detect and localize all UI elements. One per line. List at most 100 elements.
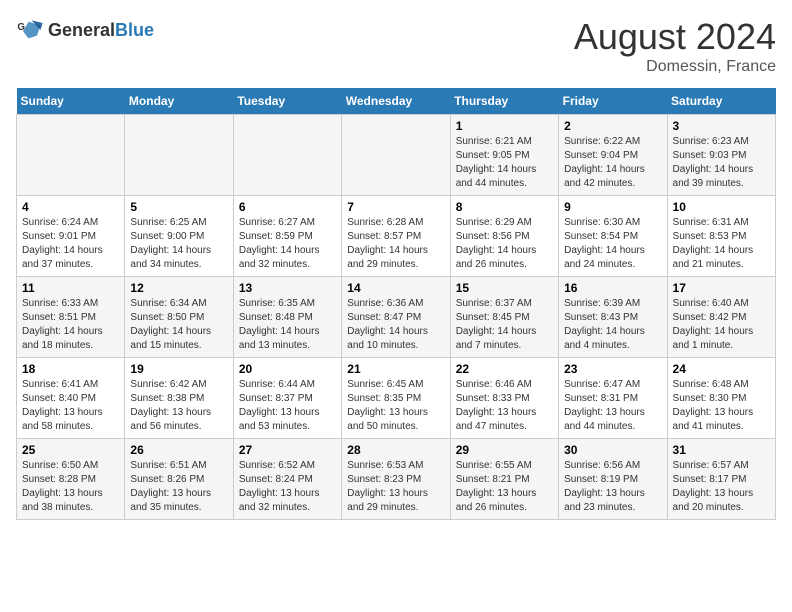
day-number: 2: [564, 119, 661, 133]
day-number: 11: [22, 281, 119, 295]
day-detail: Sunrise: 6:46 AM Sunset: 8:33 PM Dayligh…: [456, 378, 553, 434]
day-number: 21: [347, 362, 444, 376]
day-number: 15: [456, 281, 553, 295]
day-detail: Sunrise: 6:52 AM Sunset: 8:24 PM Dayligh…: [239, 459, 336, 515]
calendar-cell: 25 Sunrise: 6:50 AM Sunset: 8:28 PM Dayli…: [17, 439, 125, 520]
day-detail: Sunrise: 6:50 AM Sunset: 8:28 PM Dayligh…: [22, 459, 119, 515]
day-detail: Sunrise: 6:31 AM Sunset: 8:53 PM Dayligh…: [673, 216, 770, 272]
calendar-cell: 10 Sunrise: 6:31 AM Sunset: 8:53 PM Dayli…: [667, 196, 775, 277]
calendar-cell: 11 Sunrise: 6:33 AM Sunset: 8:51 PM Dayli…: [17, 277, 125, 358]
calendar-cell: 14 Sunrise: 6:36 AM Sunset: 8:47 PM Dayli…: [342, 277, 450, 358]
calendar-week-3: 11 Sunrise: 6:33 AM Sunset: 8:51 PM Dayli…: [17, 277, 776, 358]
day-detail: Sunrise: 6:39 AM Sunset: 8:43 PM Dayligh…: [564, 297, 661, 353]
day-number: 3: [673, 119, 770, 133]
day-header-thursday: Thursday: [450, 88, 558, 115]
day-header-friday: Friday: [559, 88, 667, 115]
calendar-cell: 5 Sunrise: 6:25 AM Sunset: 9:00 PM Daylig…: [125, 196, 233, 277]
day-header-saturday: Saturday: [667, 88, 775, 115]
day-header-wednesday: Wednesday: [342, 88, 450, 115]
calendar-cell: 23Sunrise: 6:47 AM Sunset: 8:31 PM Dayli…: [559, 358, 667, 439]
day-detail: Sunrise: 6:36 AM Sunset: 8:47 PM Dayligh…: [347, 297, 444, 353]
calendar-cell: 7 Sunrise: 6:28 AM Sunset: 8:57 PM Daylig…: [342, 196, 450, 277]
calendar-cell: 26Sunrise: 6:51 AM Sunset: 8:26 PM Dayli…: [125, 439, 233, 520]
calendar-cell: 13Sunrise: 6:35 AM Sunset: 8:48 PM Dayli…: [233, 277, 341, 358]
day-number: 28: [347, 443, 444, 457]
day-number: 18: [22, 362, 119, 376]
day-header-sunday: Sunday: [17, 88, 125, 115]
day-detail: Sunrise: 6:56 AM Sunset: 8:19 PM Dayligh…: [564, 459, 661, 515]
day-number: 24: [673, 362, 770, 376]
calendar-cell: 6Sunrise: 6:27 AM Sunset: 8:59 PM Daylig…: [233, 196, 341, 277]
calendar-cell: 28 Sunrise: 6:53 AM Sunset: 8:23 PM Dayli…: [342, 439, 450, 520]
calendar-week-1: 1 Sunrise: 6:21 AM Sunset: 9:05 PM Daylig…: [17, 115, 776, 196]
day-number: 22: [456, 362, 553, 376]
calendar-cell: 16 Sunrise: 6:39 AM Sunset: 8:43 PM Dayli…: [559, 277, 667, 358]
calendar-cell: 15 Sunrise: 6:37 AM Sunset: 8:45 PM Dayli…: [450, 277, 558, 358]
calendar-cell: 18 Sunrise: 6:41 AM Sunset: 8:40 PM Dayli…: [17, 358, 125, 439]
day-number: 8: [456, 200, 553, 214]
calendar-week-2: 4 Sunrise: 6:24 AM Sunset: 9:01 PM Daylig…: [17, 196, 776, 277]
calendar-cell: 1 Sunrise: 6:21 AM Sunset: 9:05 PM Daylig…: [450, 115, 558, 196]
day-number: 16: [564, 281, 661, 295]
calendar-cell: 29Sunrise: 6:55 AM Sunset: 8:21 PM Dayli…: [450, 439, 558, 520]
day-number: 27: [239, 443, 336, 457]
day-detail: Sunrise: 6:22 AM Sunset: 9:04 PM Dayligh…: [564, 135, 661, 191]
calendar-cell: 27 Sunrise: 6:52 AM Sunset: 8:24 PM Dayli…: [233, 439, 341, 520]
calendar-table: SundayMondayTuesdayWednesdayThursdayFrid…: [16, 88, 776, 520]
calendar-cell: [17, 115, 125, 196]
calendar-cell: 4 Sunrise: 6:24 AM Sunset: 9:01 PM Daylig…: [17, 196, 125, 277]
calendar-cell: 8 Sunrise: 6:29 AM Sunset: 8:56 PM Daylig…: [450, 196, 558, 277]
day-detail: Sunrise: 6:25 AM Sunset: 9:00 PM Dayligh…: [130, 216, 227, 272]
day-number: 17: [673, 281, 770, 295]
calendar-cell: 30Sunrise: 6:56 AM Sunset: 8:19 PM Dayli…: [559, 439, 667, 520]
day-number: 23: [564, 362, 661, 376]
calendar-cell: [125, 115, 233, 196]
calendar-header-row: SundayMondayTuesdayWednesdayThursdayFrid…: [17, 88, 776, 115]
day-detail: Sunrise: 6:21 AM Sunset: 9:05 PM Dayligh…: [456, 135, 553, 191]
calendar-cell: 21Sunrise: 6:45 AM Sunset: 8:35 PM Dayli…: [342, 358, 450, 439]
main-title: August 2024: [574, 16, 776, 58]
calendar-week-5: 25 Sunrise: 6:50 AM Sunset: 8:28 PM Dayli…: [17, 439, 776, 520]
day-detail: Sunrise: 6:37 AM Sunset: 8:45 PM Dayligh…: [456, 297, 553, 353]
day-number: 10: [673, 200, 770, 214]
day-number: 9: [564, 200, 661, 214]
calendar-cell: 24 Sunrise: 6:48 AM Sunset: 8:30 PM Dayli…: [667, 358, 775, 439]
day-number: 19: [130, 362, 227, 376]
day-number: 31: [673, 443, 770, 457]
calendar-cell: 9Sunrise: 6:30 AM Sunset: 8:54 PM Daylig…: [559, 196, 667, 277]
day-detail: Sunrise: 6:42 AM Sunset: 8:38 PM Dayligh…: [130, 378, 227, 434]
day-detail: Sunrise: 6:57 AM Sunset: 8:17 PM Dayligh…: [673, 459, 770, 515]
day-detail: Sunrise: 6:35 AM Sunset: 8:48 PM Dayligh…: [239, 297, 336, 353]
day-detail: Sunrise: 6:28 AM Sunset: 8:57 PM Dayligh…: [347, 216, 444, 272]
day-number: 4: [22, 200, 119, 214]
calendar-cell: 17 Sunrise: 6:40 AM Sunset: 8:42 PM Dayli…: [667, 277, 775, 358]
day-number: 1: [456, 119, 553, 133]
calendar-cell: 22 Sunrise: 6:46 AM Sunset: 8:33 PM Dayli…: [450, 358, 558, 439]
day-number: 5: [130, 200, 227, 214]
day-detail: Sunrise: 6:40 AM Sunset: 8:42 PM Dayligh…: [673, 297, 770, 353]
day-detail: Sunrise: 6:33 AM Sunset: 8:51 PM Dayligh…: [22, 297, 119, 353]
day-detail: Sunrise: 6:41 AM Sunset: 8:40 PM Dayligh…: [22, 378, 119, 434]
day-detail: Sunrise: 6:29 AM Sunset: 8:56 PM Dayligh…: [456, 216, 553, 272]
calendar-cell: [233, 115, 341, 196]
day-detail: Sunrise: 6:53 AM Sunset: 8:23 PM Dayligh…: [347, 459, 444, 515]
day-number: 25: [22, 443, 119, 457]
day-number: 6: [239, 200, 336, 214]
day-header-monday: Monday: [125, 88, 233, 115]
calendar-cell: 19 Sunrise: 6:42 AM Sunset: 8:38 PM Dayli…: [125, 358, 233, 439]
day-detail: Sunrise: 6:48 AM Sunset: 8:30 PM Dayligh…: [673, 378, 770, 434]
day-number: 7: [347, 200, 444, 214]
calendar-cell: 2 Sunrise: 6:22 AM Sunset: 9:04 PM Daylig…: [559, 115, 667, 196]
day-detail: Sunrise: 6:23 AM Sunset: 9:03 PM Dayligh…: [673, 135, 770, 191]
day-number: 12: [130, 281, 227, 295]
day-number: 26: [130, 443, 227, 457]
logo-text: GeneralBlue: [48, 20, 154, 41]
calendar-cell: 20Sunrise: 6:44 AM Sunset: 8:37 PM Dayli…: [233, 358, 341, 439]
day-detail: Sunrise: 6:24 AM Sunset: 9:01 PM Dayligh…: [22, 216, 119, 272]
logo-general: General: [48, 20, 115, 40]
calendar-week-4: 18 Sunrise: 6:41 AM Sunset: 8:40 PM Dayli…: [17, 358, 776, 439]
logo-blue: Blue: [115, 20, 154, 40]
day-number: 14: [347, 281, 444, 295]
day-detail: Sunrise: 6:44 AM Sunset: 8:37 PM Dayligh…: [239, 378, 336, 434]
calendar-cell: [342, 115, 450, 196]
